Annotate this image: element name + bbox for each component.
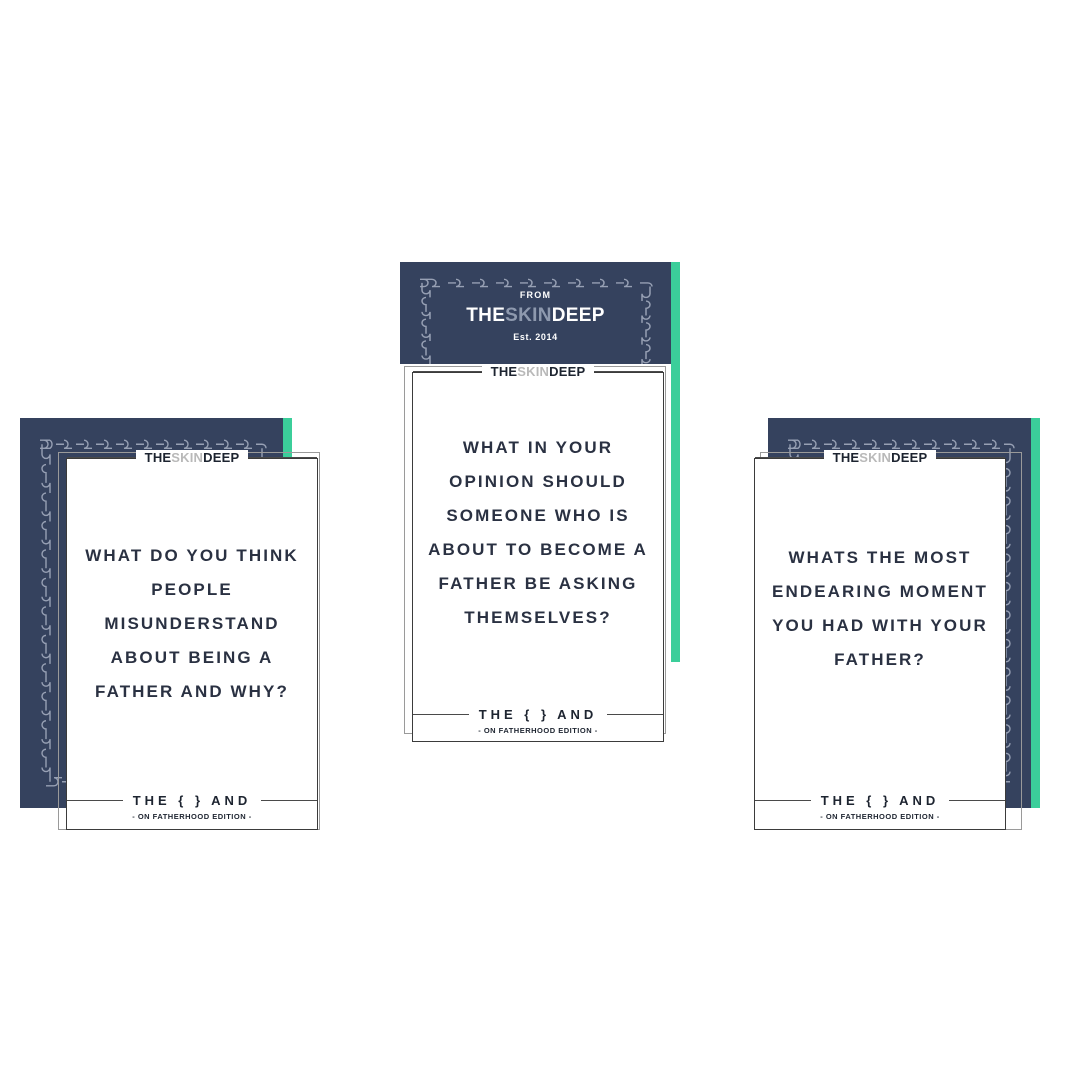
brand-logo: THESKINDEEP [466,305,605,326]
footer-rule-left [67,800,123,801]
established-label: Est. 2014 [513,332,558,342]
header-rule-left [67,457,136,458]
card-header-logo: THESKINDEEP [481,364,595,379]
question-card-right[interactable]: THESKINDEEP WHATS THE MOST ENDEARING MOM… [754,450,1006,830]
card-header-logo: THESKINDEEP [135,450,249,465]
question-text-center: WHAT IN YOUR OPINION SHOULD SOMEONE WHO … [428,438,648,627]
card-header-center: THESKINDEEP [413,364,664,379]
question-text-right: WHATS THE MOST ENDEARING MOMENT YOU HAD … [772,548,988,669]
question-text-left: WHAT DO YOU THINK PEOPLE MISUNDERSTAND A… [85,546,299,701]
footer-rule-right [261,800,318,801]
header-rule-right [248,457,318,458]
teal-accent-stripe-center [671,262,680,364]
edition-label: - ON FATHERHOOD EDITION - [812,812,948,821]
header-rule-right [936,457,1006,458]
card-stack-scene: FROM THESKINDEEP Est. 2014 Q THESKINDEEP… [0,0,1080,1080]
footer-rule-left [755,800,811,801]
question-card-left[interactable]: THESKINDEEP WHAT DO YOU THINK PEOPLE MIS… [66,450,318,830]
header-rule-left [755,457,824,458]
card-footer-center: THE { } AND - ON FATHERHOOD EDITION - [413,707,664,735]
card-footer-left: THE { } AND - ON FATHERHOOD EDITION - [67,793,318,821]
card-header-logo: THESKINDEEP [823,450,937,465]
the-and-label: THE { } AND [468,707,608,722]
question-card-center[interactable]: THESKINDEEP WHAT IN YOUR OPINION SHOULD … [412,364,664,742]
from-label: FROM [519,290,552,300]
edition-label: - ON FATHERHOOD EDITION - [470,726,606,735]
header-rule-left [413,371,482,372]
header-rule-right [594,371,664,372]
card-footer-right: THE { } AND - ON FATHERHOOD EDITION - [755,793,1006,821]
teal-accent-stripe-right [1031,418,1040,808]
navy-card-brand-center: FROM THESKINDEEP Est. 2014 [400,290,671,342]
footer-rule-right [607,714,664,715]
edition-label: - ON FATHERHOOD EDITION - [124,812,260,821]
card-header-right: THESKINDEEP [755,450,1006,465]
the-and-label: THE { } AND [122,793,262,808]
navy-back-card-center[interactable]: FROM THESKINDEEP Est. 2014 [400,262,680,364]
card-header-left: THESKINDEEP [67,450,318,465]
footer-rule-right [949,800,1006,801]
the-and-label: THE { } AND [810,793,950,808]
footer-rule-left [413,714,469,715]
